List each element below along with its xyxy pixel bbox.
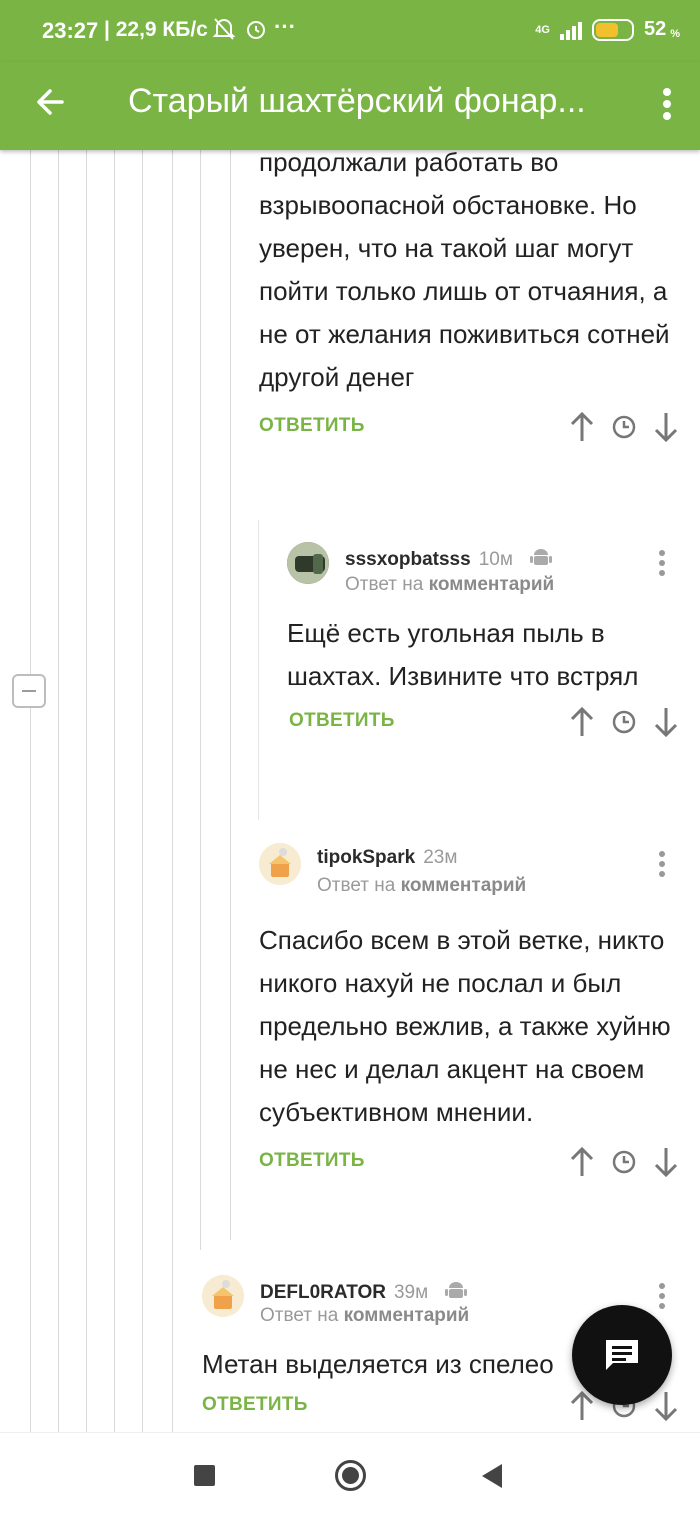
arrow-up-icon[interactable] [569,706,595,738]
comment-header: sssxopbatsss 10м Ответ на комментарий [287,542,679,612]
alarm-icon [244,17,268,46]
arrow-up-icon[interactable] [569,1146,595,1178]
notifications-off-icon [212,16,236,47]
status-info: | 22,9 КБ/с [104,18,208,41]
reply-prefix: Ответ на [260,1305,339,1326]
reply-to: Ответ на комментарий [317,875,526,897]
comment-text: продолжали работать во взрывоопасной обс… [259,147,670,392]
system-nav-bar [0,1432,700,1517]
vote-controls [569,411,679,443]
android-icon [445,1279,468,1307]
comment-text: Метан выделяется из спелео [202,1349,554,1379]
recent-apps-icon[interactable] [194,1465,215,1486]
comment-time: 23м [423,847,458,868]
reply-to: Ответ на комментарий [260,1305,469,1327]
reply-prefix: Ответ на [317,875,396,896]
app-bar: Старый шахтёрский фонар... [0,62,700,150]
comment-author[interactable]: tipokSpark 23м [317,847,457,869]
comment-author[interactable]: DEFL0RATOR 39м [260,1279,468,1307]
thread-line [58,150,59,1432]
network-type: 4G [535,23,550,36]
avatar[interactable] [287,542,329,584]
comment-text: Спасибо всем в этой ветке, никто никого … [259,925,671,1127]
clock-icon[interactable] [611,709,637,735]
battery-icon [591,18,634,41]
comment-username[interactable]: sssxopbatsss [345,549,471,570]
comment-username[interactable]: tipokSpark [317,847,415,868]
android-icon [530,546,553,574]
status-time: 23:27 [42,18,99,43]
thread-line [230,150,231,1240]
arrow-up-icon[interactable] [569,411,595,443]
clock-icon[interactable] [611,1149,637,1175]
arrow-down-icon[interactable] [653,1146,679,1178]
back-arrow-icon[interactable] [32,82,72,122]
comment-icon [603,1337,641,1378]
comment: продолжали работать во взрывоопасной обс… [259,141,679,451]
reply-target-link[interactable]: комментарий [344,1305,470,1326]
reply-button[interactable]: ОТВЕТИТЬ [202,1394,308,1416]
avatar[interactable] [259,843,301,885]
comment-text: Ещё есть угольная пыль в шахтах. Извинит… [287,618,639,691]
comment-actions: ОТВЕТИТЬ [259,411,679,451]
thread-line [200,150,201,1250]
arrow-down-icon[interactable] [653,1390,679,1422]
reply-button[interactable]: ОТВЕТИТЬ [259,1150,365,1172]
reply-button[interactable]: ОТВЕТИТЬ [259,415,365,437]
battery-level: 52 [643,18,667,40]
comment-time: 10м [478,549,513,571]
arrow-down-icon[interactable] [653,411,679,443]
comment: tipokSpark 23м Ответ на комментарий Спаси… [259,843,679,1186]
comment-menu-icon[interactable] [658,849,666,879]
clock-icon[interactable] [611,414,637,440]
thread-line [30,150,31,1432]
reply-target-link[interactable]: комментарий [429,574,555,595]
thread-line [86,150,87,1432]
home-icon[interactable] [335,1460,366,1491]
thread-line [258,520,259,820]
kebab-menu-icon[interactable] [662,84,672,124]
comment-menu-icon[interactable] [658,1281,666,1311]
comment-time: 39м [393,1282,429,1304]
system-back-icon[interactable] [482,1464,502,1488]
write-comment-fab[interactable] [572,1305,672,1405]
more-notifications-icon: ··· [274,14,296,39]
battery-unit: % [670,27,680,40]
vote-controls [569,1146,679,1178]
signal-icon [559,20,582,40]
page-title: Старый шахтёрский фонар... [128,82,586,120]
status-right: 4G 52 % [535,18,680,41]
thread-line [114,150,115,1432]
comment-username[interactable]: DEFL0RATOR [260,1282,386,1303]
status-bar: 23:27 | 22,9 КБ/с ··· 4G 52 % [0,0,700,62]
thread-line [142,150,143,1432]
comment-actions: ОТВЕТИТЬ [259,1146,679,1186]
comment: sssxopbatsss 10м Ответ на комментарий Ещё… [287,542,679,746]
collapse-thread-button[interactable] [12,674,46,708]
avatar[interactable] [202,1275,244,1317]
vote-controls [569,706,679,738]
comment-header: tipokSpark 23м Ответ на комментарий [259,843,679,919]
reply-target-link[interactable]: комментарий [401,875,527,896]
thread-line [172,150,173,1432]
comment-actions: ОТВЕТИТЬ [287,706,679,746]
comment-menu-icon[interactable] [658,548,666,578]
reply-button[interactable]: ОТВЕТИТЬ [289,710,395,732]
reply-prefix: Ответ на [345,574,424,595]
reply-to: Ответ на комментарий [345,574,554,596]
comment-author[interactable]: sssxopbatsss 10м [345,546,553,574]
arrow-down-icon[interactable] [653,706,679,738]
